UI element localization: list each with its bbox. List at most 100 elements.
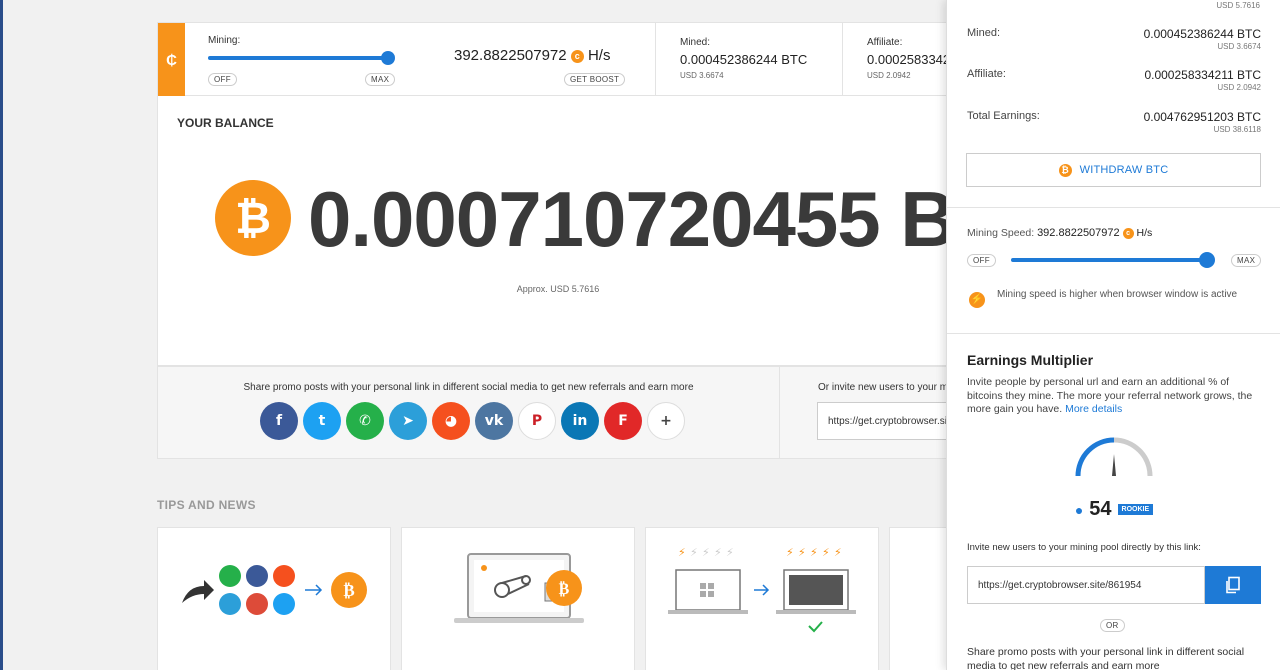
panel-total-label: Total Earnings: [967,110,1040,122]
pinterest-share-icon[interactable]: P [518,402,556,440]
whatsapp-share-icon[interactable]: ✆ [346,402,384,440]
panel-mined-label: Mined: [967,27,1001,39]
panel-total-usd: USD 38.6118 [1213,125,1261,134]
mining-max-label[interactable]: MAX [365,73,396,86]
hashrate-value: 392.8822507972 [454,47,567,64]
flipboard-share-icon[interactable]: F [604,402,642,440]
panel-mined-value: 0.000452386244 BTC [1143,27,1261,41]
divider [947,333,1280,334]
copy-link-button[interactable] [1205,566,1261,604]
twitter-share-icon[interactable]: t [303,402,341,440]
svg-text:⚡: ⚡ [690,546,698,559]
invite-text: Or invite new users to your mining pool … [818,382,956,393]
panel-affiliate-usd: USD 2.0942 [1217,83,1261,92]
linkedin-share-icon[interactable]: in [561,402,599,440]
svg-text:₿: ₿ [559,579,570,598]
referral-count-row: ● 54 ROOKIE [947,498,1280,521]
mined-label: Mined: [680,37,711,48]
mining-slider-track[interactable] [208,56,386,60]
affiliate-usd: USD 2.0942 [867,71,911,80]
divider [947,207,1280,208]
speed-label: Mining Speed: [967,227,1035,239]
social-buttons: f t ✆ ➤ ◕ vk Pin F + [260,402,685,440]
multiplier-gauge-icon [1075,437,1153,477]
user-icon: ● [1074,501,1084,518]
speed-note: Mining speed is higher when browser wind… [997,289,1238,300]
balance-title: YOUR BALANCE [177,116,274,130]
approx-label: Approx. [516,284,548,294]
panel-mined-usd: USD 3.6674 [1217,42,1261,51]
mining-slider-handle[interactable] [381,51,395,65]
affiliate-stat: Affiliate: 0.0002583342 USD 2.0942 [867,37,950,80]
svg-text:₿: ₿ [343,581,354,601]
tip-card-speed[interactable]: ⚡ ⚡ ⚡ ⚡ ⚡ ⚡ ⚡ ⚡ ⚡ ⚡ [645,527,879,670]
tips-title: TIPS AND NEWS [157,498,256,512]
facebook-share-icon[interactable]: f [260,402,298,440]
panel-total-row: Total Earnings: 0.004762951203 BTC USD 3… [967,110,1261,140]
mined-value: 0.000452386244 BTC [680,52,808,67]
share-illustration: ₿ [182,565,367,615]
get-boost-button[interactable]: GET BOOST [564,73,626,86]
panel-invite-text: Invite new users to your mining pool dir… [967,542,1201,553]
window-edge [0,0,3,670]
speed-slider-track[interactable] [1011,258,1207,262]
hash-coin-icon: c [570,49,584,63]
referral-link-field[interactable]: https://get.cryptobrowser.site/861954 [817,402,956,440]
svg-text:⚡: ⚡ [726,546,734,559]
svg-text:⚡: ⚡ [714,546,722,559]
affiliate-label: Affiliate: [867,37,903,48]
mined-usd: USD 3.6674 [680,71,724,80]
svg-text:⚡: ⚡ [810,546,818,559]
mining-off-label[interactable]: OFF [208,73,237,86]
hash-coin-icon: c [1122,227,1134,239]
withdraw-button[interactable]: ₿ WITHDRAW BTC [966,153,1261,187]
withdraw-label: WITHDRAW BTC [1079,164,1169,176]
panel-affiliate-row: Affiliate: 0.000258334211 BTC USD 2.0942 [967,68,1261,98]
divider [842,23,843,97]
balance-amount: 0.000710720455 BTC [308,175,956,263]
speed-max-label[interactable]: MAX [1231,254,1262,267]
mined-stat: Mined: 0.000452386244 BTC USD 3.6674 [680,37,807,80]
speed-slider-handle[interactable] [1199,252,1215,268]
balance-approx: Approx. USD 5.7616 [158,284,956,294]
divider [655,23,656,97]
affiliate-value: 0.0002583342 [867,52,951,67]
approx-value: USD 5.7616 [550,284,600,294]
hashrate-display: 392.8822507972 c H/s [454,47,610,64]
tip-card-boost[interactable]: ₿ [401,527,635,670]
svg-text:⚡: ⚡ [834,546,842,559]
earnings-panel: USD 5.7616 Mined: 0.000452386244 BTC USD… [946,0,1280,670]
vk-share-icon[interactable]: vk [475,402,513,440]
multiplier-description: Invite people by personal url and earn a… [967,376,1263,417]
bitcoin-icon: ₿ [215,180,291,256]
speed-value: 392.8822507972 [1037,227,1120,239]
speed-illustration: ⚡ ⚡ ⚡ ⚡ ⚡ ⚡ ⚡ ⚡ ⚡ ⚡ [668,546,856,633]
svg-text:⚡: ⚡ [786,546,794,559]
more-share-icon[interactable]: + [647,402,685,440]
multiplier-title: Earnings Multiplier [967,352,1094,368]
laptop-illustration: ₿ [454,553,584,623]
panel-total-value: 0.004762951203 BTC [1143,110,1261,124]
mining-speed-row: Mining Speed: 392.8822507972 c H/s [967,227,1152,239]
divider [779,367,780,458]
panel-affiliate-value: 0.000258334211 BTC [1144,68,1261,82]
tip-card-share[interactable]: ₿ [157,527,391,670]
svg-text:⚡: ⚡ [678,546,686,559]
speed-unit: H/s [1136,227,1153,239]
reddit-share-icon[interactable]: ◕ [432,402,470,440]
panel-affiliate-label: Affiliate: [967,68,1006,80]
stats-bar: ₵ Mining: OFF MAX 392.8822507972 c H/s G… [157,22,957,97]
panel-referral-link-field[interactable]: https://get.cryptobrowser.site/861954 [967,566,1205,604]
referral-count: 54 [1089,498,1112,520]
speed-off-label[interactable]: OFF [967,254,996,267]
or-divider-label: OR [1100,619,1125,632]
copy-icon [1226,576,1240,594]
panel-mined-row: Mined: 0.000452386244 BTC USD 3.6674 [967,27,1261,57]
more-details-link[interactable]: More details [1065,403,1122,415]
share-text: Share promo posts with your personal lin… [243,382,694,393]
telegram-share-icon[interactable]: ➤ [389,402,427,440]
balance-card: YOUR BALANCE ₿ 0.000710720455 BTC Approx… [157,96,957,366]
panel-share-text: Share promo posts with your personal lin… [967,646,1245,670]
cryptotab-logo-icon[interactable]: ₵ [158,23,185,97]
svg-text:⚡: ⚡ [822,546,830,559]
